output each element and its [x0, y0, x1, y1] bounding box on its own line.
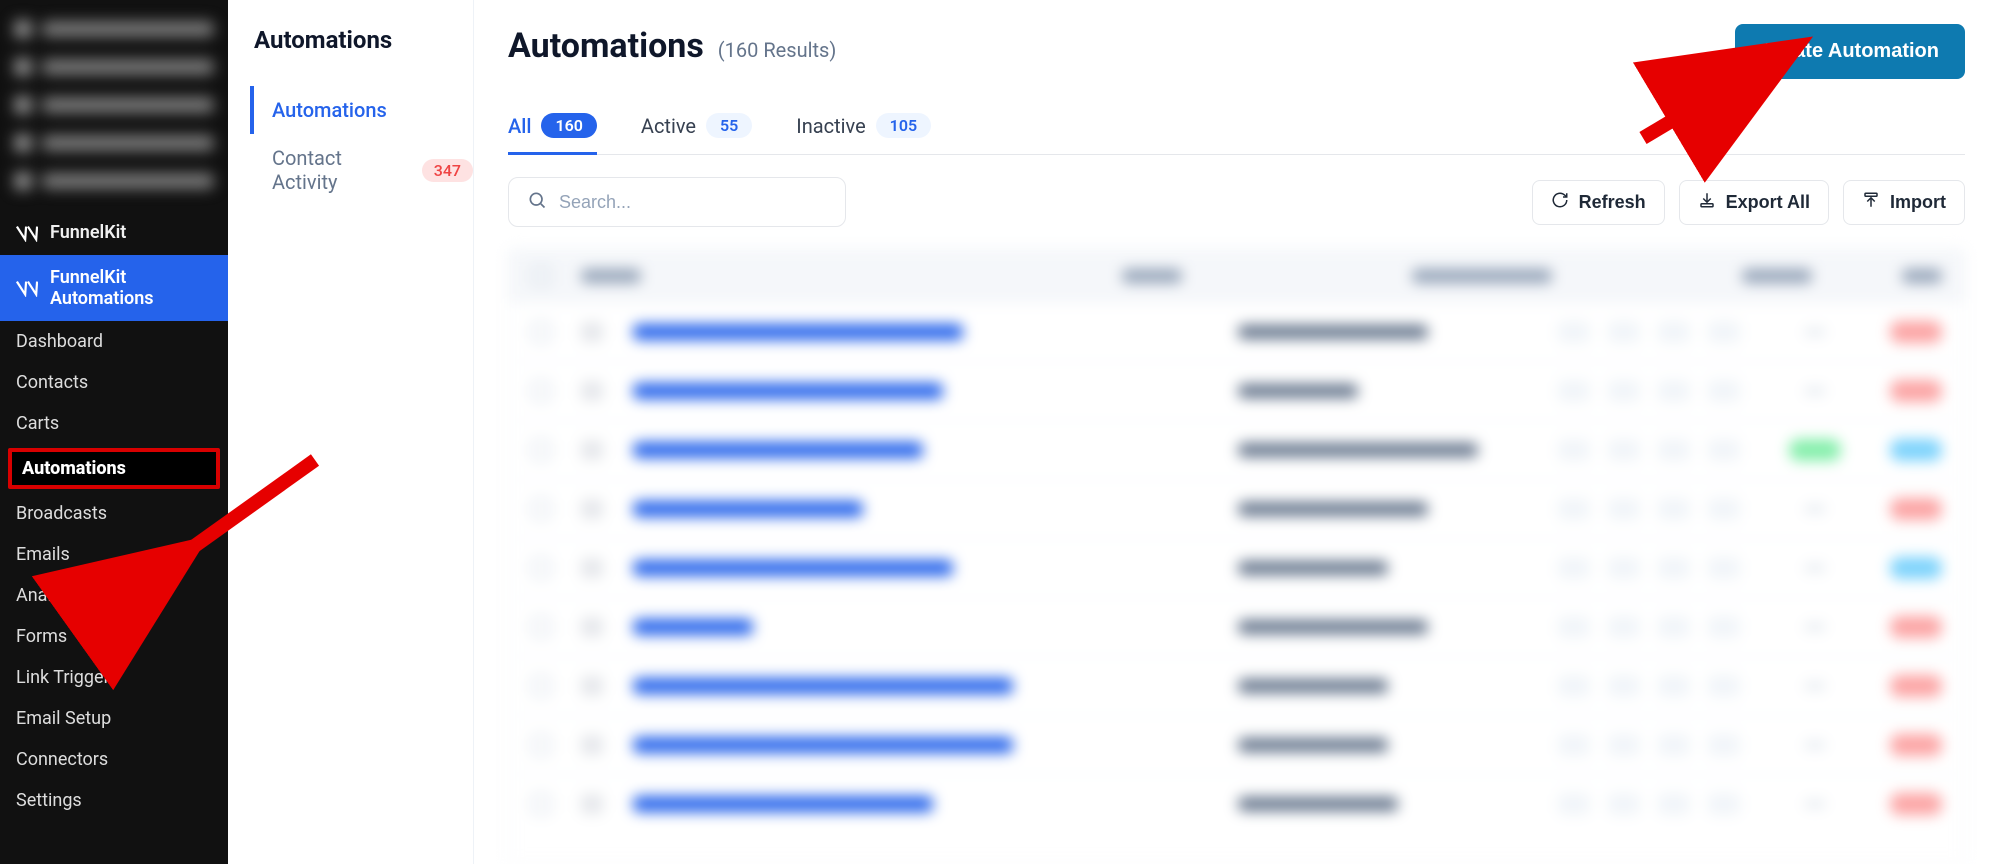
funnelkit-logo-icon [16, 224, 38, 242]
automations-table-blurred [508, 249, 1965, 864]
filter-tab-active[interactable]: Active 55 [641, 101, 752, 155]
sidebar-item-funnelkit-automations[interactable]: FunnelKit Automations [0, 255, 228, 321]
import-icon [1862, 191, 1880, 214]
sidebar-sub-emails[interactable]: Emails [0, 534, 228, 575]
sidebar-funnelkit-automations-label: FunnelKit Automations [50, 267, 212, 309]
import-button[interactable]: Import [1843, 180, 1965, 225]
sidebar-sub-dashboard[interactable]: Dashboard [0, 321, 228, 362]
contact-activity-count-badge: 347 [422, 159, 473, 182]
filter-tabs: All 160 Active 55 Inactive 105 [508, 101, 1965, 155]
inner-tab-contact-activity[interactable]: Contact Activity 347 [250, 134, 473, 206]
filter-inactive-label: Inactive [796, 114, 865, 138]
inner-tab-automations-label: Automations [272, 98, 387, 122]
sidebar-sub-automations[interactable]: Automations [8, 448, 220, 489]
export-icon [1698, 191, 1716, 214]
sidebar-sub-carts[interactable]: Carts [0, 403, 228, 444]
sidebar-funnelkit-label: FunnelKit [50, 222, 126, 243]
create-automation-button[interactable]: Create Automation [1735, 24, 1965, 79]
filter-inactive-count: 105 [876, 113, 931, 138]
wp-admin-sidebar: FunnelKit FunnelKit Automations Dashboar… [0, 0, 228, 864]
sidebar-sub-email-setup[interactable]: Email Setup [0, 698, 228, 739]
inner-tab-contact-activity-label: Contact Activity [272, 146, 412, 194]
inner-left-panel: Automations Automations Contact Activity… [228, 0, 474, 864]
filter-tab-all[interactable]: All 160 [508, 101, 597, 155]
search-icon [527, 190, 547, 214]
wp-admin-blurred-menu [0, 0, 228, 210]
sidebar-sub-connectors[interactable]: Connectors [0, 739, 228, 780]
inner-panel-title: Automations [254, 26, 473, 54]
sidebar-sub-analytics[interactable]: Analytics [0, 575, 228, 616]
filter-all-count: 160 [541, 113, 596, 138]
refresh-label: Refresh [1579, 192, 1646, 213]
funnelkit-automations-logo-icon [16, 279, 38, 297]
page-title: Automations [508, 26, 704, 66]
sidebar-sub-contacts[interactable]: Contacts [0, 362, 228, 403]
filter-tab-inactive[interactable]: Inactive 105 [796, 101, 931, 155]
refresh-icon [1551, 191, 1569, 214]
filter-active-label: Active [641, 114, 696, 138]
inner-tab-automations[interactable]: Automations [250, 86, 473, 134]
export-all-label: Export All [1726, 192, 1810, 213]
import-label: Import [1890, 192, 1946, 213]
filter-active-count: 55 [706, 113, 752, 138]
sidebar-sub-link-triggers[interactable]: Link Triggers [0, 657, 228, 698]
sidebar-item-funnelkit[interactable]: FunnelKit [0, 210, 228, 255]
refresh-button[interactable]: Refresh [1532, 180, 1665, 225]
main-content: Automations (160 Results) Create Automat… [474, 0, 1999, 864]
filter-all-label: All [508, 114, 531, 138]
sidebar-sub-settings[interactable]: Settings [0, 780, 228, 821]
search-input[interactable] [559, 192, 827, 213]
export-all-button[interactable]: Export All [1679, 180, 1829, 225]
page-result-count: (160 Results) [718, 38, 837, 62]
search-wrapper[interactable] [508, 177, 846, 227]
sidebar-sub-forms[interactable]: Forms [0, 616, 228, 657]
sidebar-sub-broadcasts[interactable]: Broadcasts [0, 493, 228, 534]
